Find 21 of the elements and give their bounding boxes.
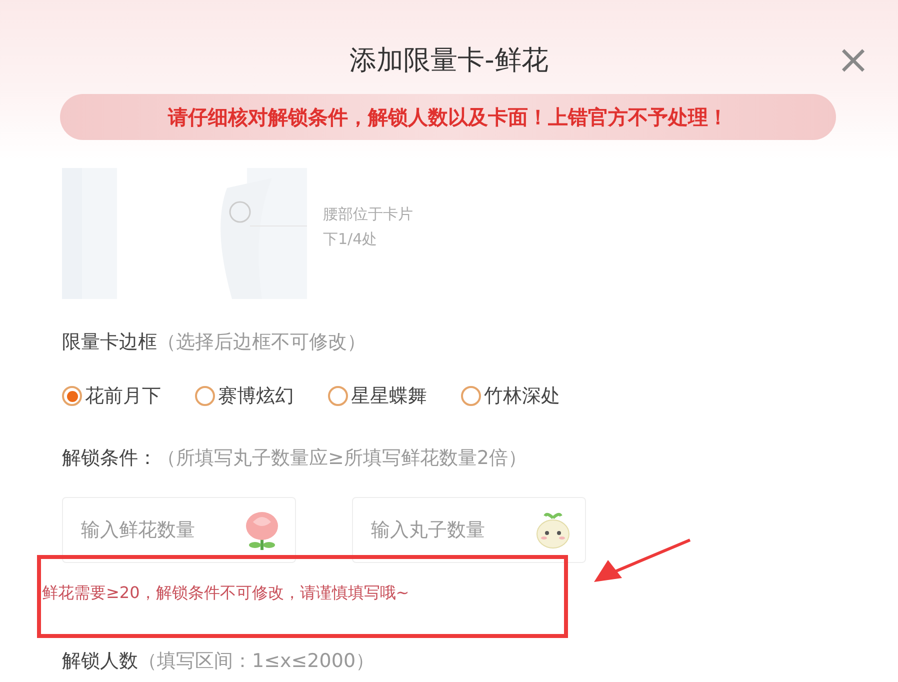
section-hint: （填写区间：1≤x≤2000） <box>138 649 375 674</box>
radio-icon <box>62 386 82 406</box>
section-label: 限量卡边框 <box>62 330 157 355</box>
radio-icon <box>195 386 215 406</box>
section-label: 解锁人数 <box>62 649 138 674</box>
frame-radio[interactable]: 赛博炫幻 <box>195 383 294 409</box>
section-hint: （所填写丸子数量应≥所填写鲜花数量2倍） <box>157 446 528 471</box>
section-hint: （选择后边框不可修改） <box>157 330 366 355</box>
position-note: 腰部位于卡片 下1/4处 <box>323 204 413 250</box>
dialog-title: 添加限量卡-鲜花 <box>350 44 548 78</box>
frame-radio[interactable]: 花前月下 <box>62 383 161 409</box>
dumpling-icon <box>535 510 571 550</box>
section-label: 解锁条件： <box>62 446 157 471</box>
notice-text: 鲜花需要≥20，解锁条件不可修改，请谨慎填写哦~ <box>42 583 410 604</box>
radio-icon <box>461 386 481 406</box>
input-field[interactable]: 输入鲜花数量 <box>79 518 233 542</box>
radio-icon <box>328 386 348 406</box>
frame-radio[interactable]: 星星蝶舞 <box>328 383 427 409</box>
input-field[interactable]: 输入丸子数量 <box>369 518 523 542</box>
frame-radio[interactable]: 竹林深处 <box>461 383 560 409</box>
warning-banner: 请仔细核对解锁条件，解锁人数以及卡面！上错官方不予处理！ <box>60 94 836 140</box>
